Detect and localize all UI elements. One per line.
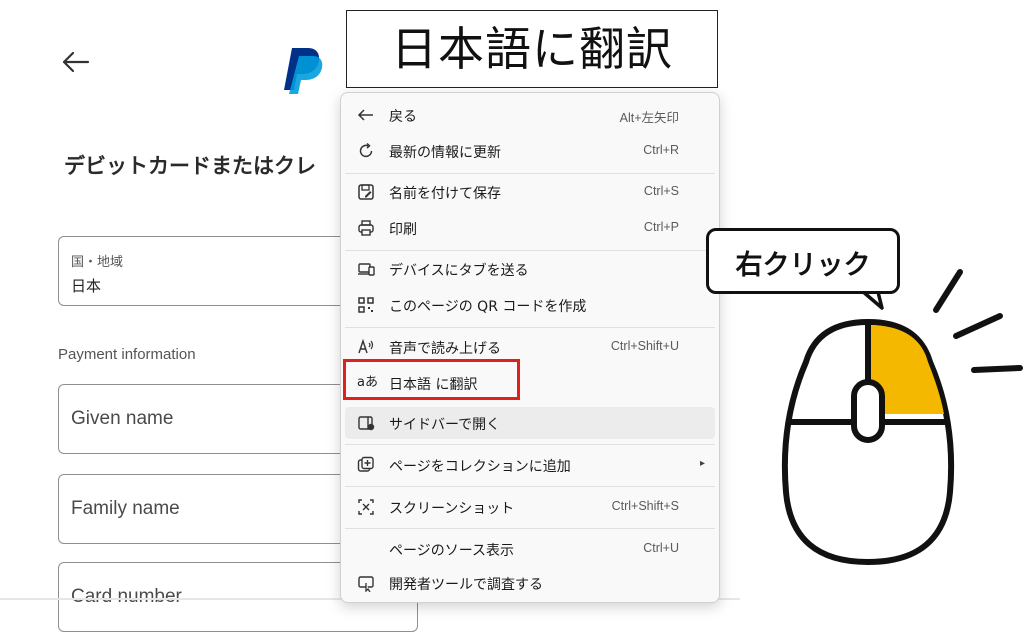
menu-item-label: 戻る <box>389 109 417 125</box>
card-number-placeholder: Card number <box>71 586 182 607</box>
menu-separator <box>345 173 715 174</box>
menu-item-shortcut: Ctrl+R <box>643 143 679 157</box>
menu-item-label: スクリーンショット <box>389 501 515 517</box>
country-label: 国・地域 <box>71 255 124 270</box>
menu-item-collections[interactable]: ページをコレクションに追加 ▸ <box>345 449 715 481</box>
submenu-arrow-icon: ▸ <box>699 458 705 469</box>
menu-separator <box>345 486 715 487</box>
menu-item-label: 開発者ツールで調査する <box>389 577 543 593</box>
back-arrow-icon[interactable] <box>58 44 94 80</box>
payment-info-label: Payment information <box>58 346 196 363</box>
menu-item-label: ページをコレクションに追加 <box>389 459 571 475</box>
menu-item-label: 印刷 <box>389 222 417 238</box>
menu-item-print[interactable]: 印刷 Ctrl+P <box>345 212 715 244</box>
qr-code-icon <box>358 297 374 313</box>
sidebar-icon <box>358 416 375 431</box>
menu-item-shortcut: Ctrl+Shift+S <box>611 499 679 513</box>
menu-item-label: 音声で読み上げる <box>389 341 501 357</box>
menu-item-label: デバイスにタブを送る <box>389 263 529 279</box>
menu-item-label: このページの QR コードを作成 <box>389 299 587 315</box>
menu-item-sidebar[interactable]: サイドバーで開く <box>345 407 715 439</box>
menu-item-view-source[interactable]: ページのソース表示 Ctrl+U <box>345 533 715 565</box>
menu-item-shortcut: Alt+左矢印 <box>619 111 679 125</box>
menu-separator <box>345 444 715 445</box>
menu-item-send-tab[interactable]: デバイスにタブを送る <box>345 253 715 285</box>
devices-icon <box>358 263 375 276</box>
menu-separator <box>345 250 715 251</box>
page-heading: デビットカードまたはクレ <box>64 154 316 178</box>
mouse-icon <box>781 269 1023 566</box>
menu-item-shortcut: Ctrl+P <box>643 220 679 234</box>
title-banner: 日本語に翻訳 <box>346 10 718 88</box>
menu-item-qr-code[interactable]: このページの QR コードを作成 <box>345 289 715 321</box>
menu-item-label: サイドバーで開く <box>389 417 501 433</box>
printer-icon <box>358 220 374 236</box>
country-value: 日本 <box>71 277 102 295</box>
menu-item-label: ページのソース表示 <box>389 543 515 559</box>
context-menu: 戻る Alt+左矢印 最新の情報に更新 Ctrl+R 名前を付けて保存 Ctrl… <box>340 92 720 603</box>
paypal-logo-icon <box>284 48 323 94</box>
menu-item-shortcut: Ctrl+Shift+U <box>610 339 679 353</box>
menu-separator <box>345 327 715 328</box>
back-arrow-icon <box>357 109 373 121</box>
menu-item-save-as[interactable]: 名前を付けて保存 Ctrl+S <box>345 176 715 208</box>
menu-separator <box>345 528 715 529</box>
save-icon <box>358 184 374 200</box>
screenshot-icon <box>358 499 374 515</box>
menu-item-refresh[interactable]: 最新の情報に更新 Ctrl+R <box>345 135 715 167</box>
menu-item-label: 最新の情報に更新 <box>389 145 501 161</box>
menu-item-shortcut: Ctrl+U <box>643 541 679 555</box>
menu-item-shortcut: Ctrl+S <box>643 184 679 198</box>
menu-item-screenshot[interactable]: スクリーンショット Ctrl+Shift+S <box>345 491 715 523</box>
translate-highlight-box <box>343 359 520 400</box>
given-name-placeholder: Given name <box>71 408 174 429</box>
menu-item-devtools[interactable]: 開発者ツールで調査する <box>345 567 715 599</box>
read-aloud-icon <box>358 338 374 354</box>
devtools-icon <box>358 576 374 592</box>
family-name-placeholder: Family name <box>71 498 180 519</box>
refresh-icon <box>359 142 373 158</box>
menu-item-label: 名前を付けて保存 <box>389 186 501 202</box>
collections-icon <box>357 456 374 472</box>
menu-item-back[interactable]: 戻る Alt+左矢印 <box>345 99 715 131</box>
